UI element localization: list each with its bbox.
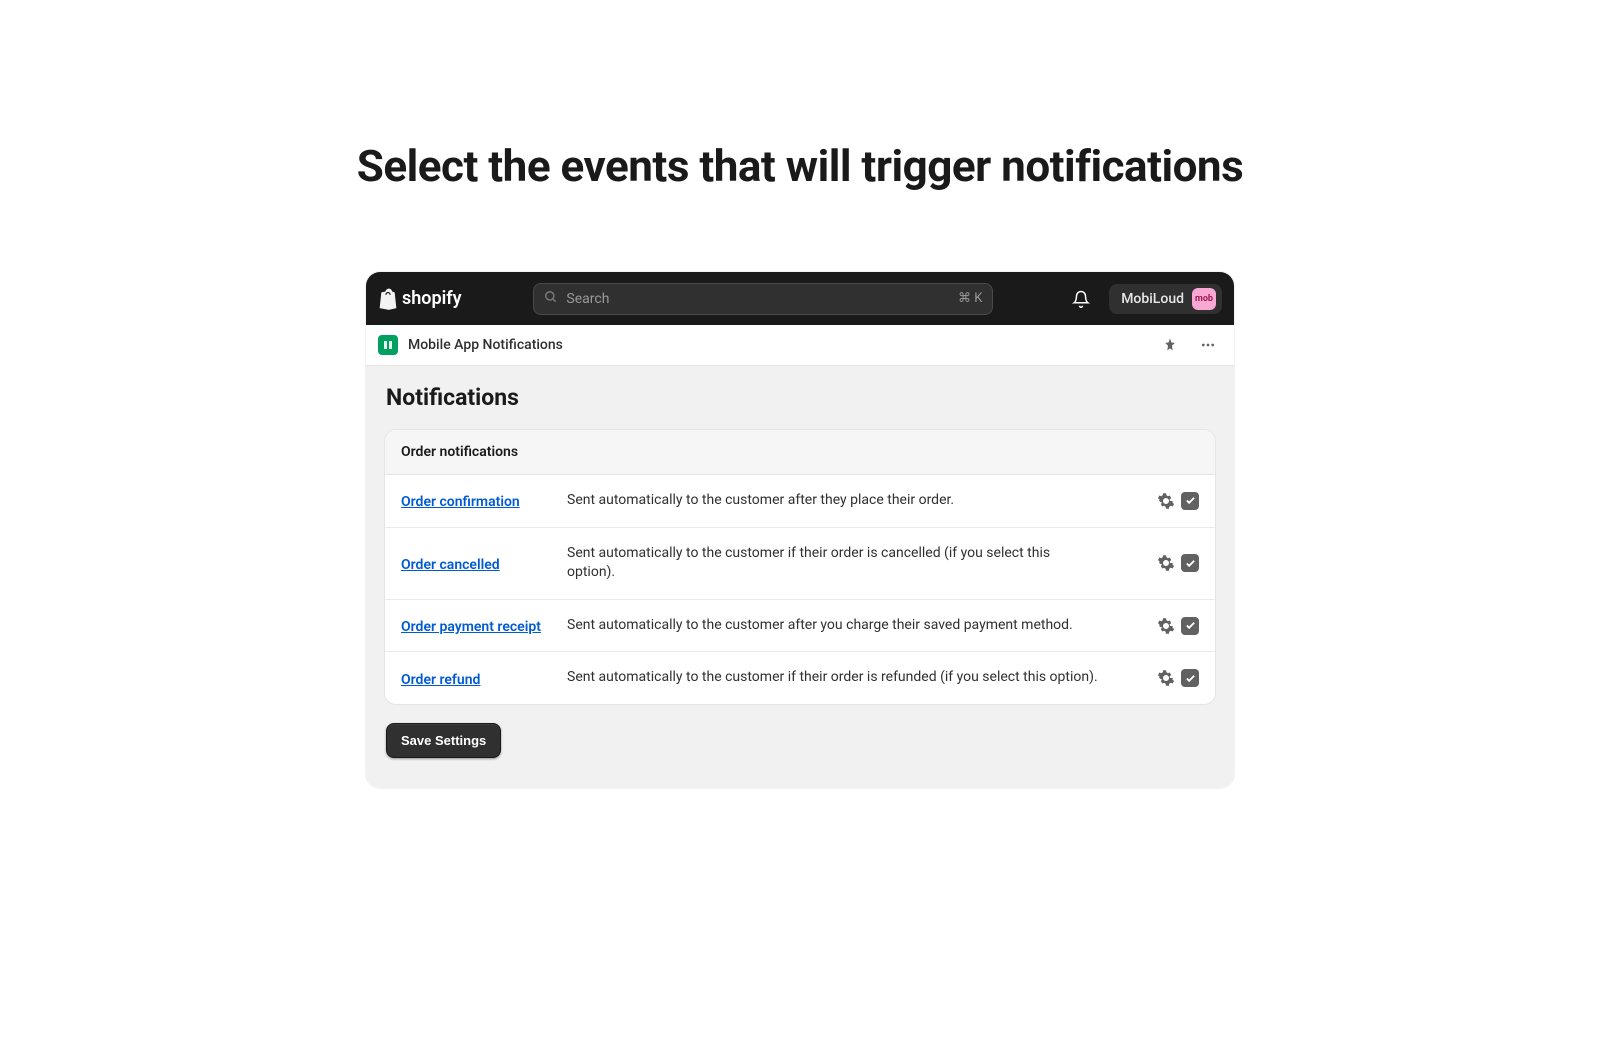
row-settings-button[interactable]	[1157, 492, 1175, 510]
row-toggle[interactable]	[1181, 554, 1199, 572]
notification-row: Order confirmation Sent automatically to…	[385, 475, 1215, 528]
section-title: Notifications	[384, 384, 1216, 411]
account-menu[interactable]: MobiLoud mob	[1109, 284, 1222, 314]
app-subheader: Mobile App Notifications	[366, 325, 1234, 366]
app-name: Mobile App Notifications	[408, 337, 563, 353]
row-description: Sent automatically to the customer after…	[567, 616, 1141, 636]
order-cancelled-link[interactable]: Order cancelled	[401, 557, 500, 573]
order-confirmation-link[interactable]: Order confirmation	[401, 494, 520, 510]
check-icon	[1185, 495, 1196, 506]
order-payment-receipt-link[interactable]: Order payment receipt	[401, 619, 541, 635]
row-settings-button[interactable]	[1157, 554, 1175, 572]
row-toggle[interactable]	[1181, 617, 1199, 635]
more-button[interactable]	[1194, 331, 1222, 359]
topbar-right: MobiLoud mob	[1065, 283, 1222, 315]
gear-icon	[1157, 617, 1175, 635]
account-badge: mob	[1192, 288, 1216, 310]
notification-row: Order refund Sent automatically to the c…	[385, 652, 1215, 704]
save-settings-button[interactable]: Save Settings	[386, 723, 501, 758]
search-placeholder: Search	[566, 291, 958, 307]
app-window: shopify Search ⌘ K MobiLoud mob	[366, 272, 1234, 788]
shopify-logo[interactable]: shopify	[378, 288, 462, 310]
row-description: Sent automatically to the customer after…	[567, 491, 1141, 511]
search-wrap: Search ⌘ K	[474, 283, 1054, 315]
search-input[interactable]: Search ⌘ K	[533, 283, 993, 315]
shopify-bag-icon	[378, 288, 398, 310]
check-icon	[1185, 673, 1196, 684]
row-description: Sent automatically to the customer if th…	[567, 544, 1141, 583]
account-name: MobiLoud	[1121, 291, 1184, 307]
row-settings-button[interactable]	[1157, 669, 1175, 687]
gear-icon	[1157, 492, 1175, 510]
row-toggle[interactable]	[1181, 669, 1199, 687]
row-description: Sent automatically to the customer if th…	[567, 668, 1141, 688]
notification-row: Order cancelled Sent automatically to th…	[385, 528, 1215, 600]
notifications-card: Order notifications Order confirmation S…	[384, 429, 1216, 705]
gear-icon	[1157, 669, 1175, 687]
notifications-button[interactable]	[1065, 283, 1097, 315]
more-horizontal-icon	[1200, 337, 1216, 353]
page-title: Select the events that will trigger noti…	[0, 140, 1600, 192]
topbar: shopify Search ⌘ K MobiLoud mob	[366, 272, 1234, 325]
row-toggle[interactable]	[1181, 492, 1199, 510]
search-shortcut: ⌘ K	[958, 291, 982, 306]
row-settings-button[interactable]	[1157, 617, 1175, 635]
content-area: Notifications Order notifications Order …	[366, 366, 1234, 788]
check-icon	[1185, 620, 1196, 631]
order-refund-link[interactable]: Order refund	[401, 672, 480, 688]
pin-icon	[1162, 337, 1178, 353]
gear-icon	[1157, 554, 1175, 572]
search-icon	[544, 290, 558, 308]
bell-icon	[1072, 290, 1090, 308]
pin-button[interactable]	[1156, 331, 1184, 359]
shopify-brand-text: shopify	[402, 288, 462, 309]
notification-row: Order payment receipt Sent automatically…	[385, 600, 1215, 653]
check-icon	[1185, 558, 1196, 569]
notifications-group-header: Order notifications	[385, 430, 1215, 475]
app-icon	[378, 335, 398, 355]
